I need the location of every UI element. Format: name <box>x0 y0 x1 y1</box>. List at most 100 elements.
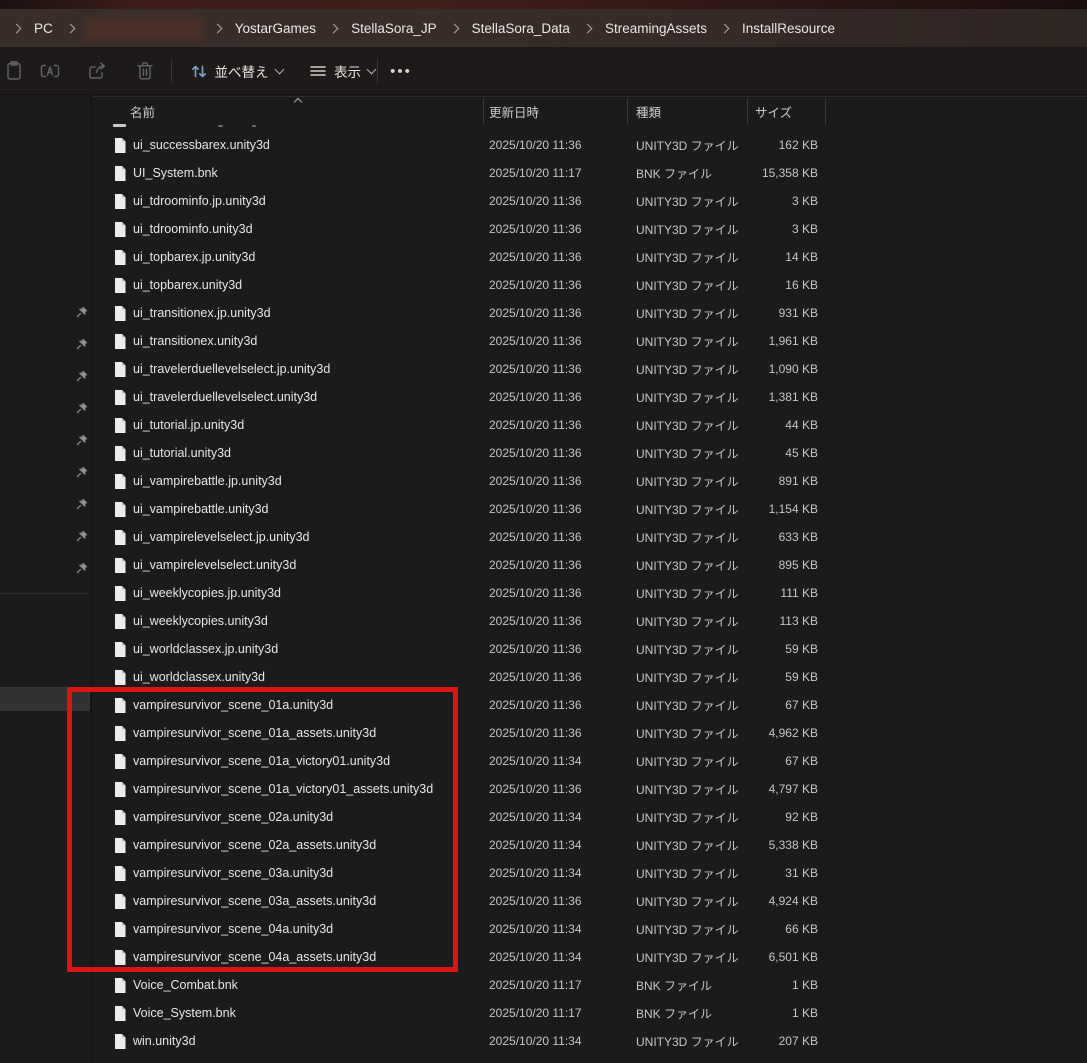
file-size: 1,090 KB <box>748 362 818 376</box>
file-row[interactable]: vampiresurvivor_scene_03a.unity3d 2025/1… <box>110 859 826 887</box>
file-row[interactable]: vampiresurvivor_scene_01a_victory01_asse… <box>110 775 826 803</box>
file-date-modified: 2025/10/20 11:36 <box>489 670 636 684</box>
document-icon <box>114 670 126 685</box>
file-date-modified: 2025/10/20 11:36 <box>489 390 636 404</box>
breadcrumb-redacted-segment[interactable] <box>85 17 203 40</box>
file-row[interactable]: Voice_System.bnk 2025/10/20 11:17 BNK ファ… <box>110 999 826 1027</box>
file-date-modified: 2025/10/20 11:36 <box>489 418 636 432</box>
file-row[interactable]: ui_weeklycopies.unity3d 2025/10/20 11:36… <box>110 607 826 635</box>
column-header-size[interactable]: サイズ <box>755 102 792 121</box>
file-icon <box>110 922 133 937</box>
sidebar-selected-item[interactable] <box>0 687 90 711</box>
file-name: ui_vampirebattle.jp.unity3d <box>133 474 489 488</box>
breadcrumb-item-stellasora-data[interactable]: StellaSora_Data <box>465 18 577 39</box>
share-icon <box>85 59 109 83</box>
file-row[interactable]: Voice_Combat.bnk 2025/10/20 11:17 BNK ファ… <box>110 971 826 999</box>
breadcrumb-item-installresource[interactable]: InstallResource <box>735 18 842 39</box>
document-icon <box>114 334 126 349</box>
file-row[interactable]: ui_tdroominfo.unity3d 2025/10/20 11:36 U… <box>110 215 826 243</box>
file-size: 59 KB <box>748 642 818 656</box>
file-name: ui_vampirebattle.unity3d <box>133 502 489 516</box>
file-name: ui_travelerduellevelselect.unity3d <box>133 390 489 404</box>
file-row[interactable]: ui_vampirelevelselect.unity3d 2025/10/20… <box>110 551 826 579</box>
file-icon <box>110 502 133 517</box>
column-header-date-modified[interactable]: 更新日時 <box>489 102 539 121</box>
file-row[interactable]: ui_travelerduellevelselect.jp.unity3d 20… <box>110 355 826 383</box>
sort-button-label: 並べ替え <box>215 61 269 81</box>
file-date-modified: 2025/10/20 11:17 <box>489 978 636 992</box>
file-type: UNITY3D ファイル <box>636 949 748 966</box>
file-row[interactable]: ui_travelerduellevelselect.unity3d 2025/… <box>110 383 826 411</box>
file-row[interactable]: ui_weeklycopies.jp.unity3d 2025/10/20 11… <box>110 579 826 607</box>
file-type: UNITY3D ファイル <box>636 389 748 406</box>
file-size: 66 KB <box>748 922 818 936</box>
file-date-modified: 2025/10/20 11:34 <box>489 922 636 936</box>
column-resize-handle[interactable] <box>483 99 484 124</box>
file-row[interactable]: ui_topbarex.unity3d 2025/10/20 11:36 UNI… <box>110 271 826 299</box>
column-header-type[interactable]: 種類 <box>636 102 661 121</box>
file-row[interactable]: UI_System.bnk 2025/10/20 11:17 BNK ファイル … <box>110 159 826 187</box>
share-button[interactable] <box>79 54 115 88</box>
file-type: BNK ファイル <box>636 1005 748 1022</box>
delete-button[interactable] <box>127 54 163 88</box>
file-icon <box>110 586 133 601</box>
breadcrumb-item-pc[interactable]: PC <box>27 18 60 39</box>
file-name: vampiresurvivor_scene_04a_assets.unity3d <box>133 950 489 964</box>
document-icon <box>114 614 126 629</box>
file-name: ui_tdroominfo.unity3d <box>133 222 489 236</box>
list-header-top-border <box>92 96 1087 97</box>
file-row[interactable]: ui_vampirebattle.unity3d 2025/10/20 11:3… <box>110 495 826 523</box>
file-row[interactable]: ui_vampirelevelselect.jp.unity3d 2025/10… <box>110 523 826 551</box>
file-row[interactable]: ui_tutorial.unity3d 2025/10/20 11:36 UNI… <box>110 439 826 467</box>
file-row[interactable]: vampiresurvivor_scene_04a.unity3d 2025/1… <box>110 915 826 943</box>
file-row[interactable]: vampiresurvivor_scene_02a.unity3d 2025/1… <box>110 803 826 831</box>
breadcrumb-item-streamingassets[interactable]: StreamingAssets <box>598 18 714 39</box>
file-row[interactable]: ui_vampirebattle.jp.unity3d 2025/10/20 1… <box>110 467 826 495</box>
file-row[interactable]: vampiresurvivor_scene_04a_assets.unity3d… <box>110 943 826 971</box>
breadcrumb-item-stellasora-jp[interactable]: StellaSora_JP <box>344 18 444 39</box>
file-date-modified: 2025/10/20 11:34 <box>489 754 636 768</box>
file-row[interactable]: vampiresurvivor_scene_03a_assets.unity3d… <box>110 887 826 915</box>
toolbar-divider <box>171 59 172 83</box>
file-row[interactable]: ui_transitionex.unity3d 2025/10/20 11:36… <box>110 327 826 355</box>
file-row[interactable]: win.unity3d 2025/10/20 11:34 UNITY3D ファイ… <box>110 1027 826 1055</box>
more-options-button[interactable]: ••• <box>384 54 418 88</box>
file-name: vampiresurvivor_scene_04a.unity3d <box>133 922 489 936</box>
file-row[interactable]: ui_topbarex.jp.unity3d 2025/10/20 11:36 … <box>110 243 826 271</box>
file-size: 633 KB <box>748 530 818 544</box>
column-resize-handle[interactable] <box>627 99 628 124</box>
column-resize-handle[interactable] <box>825 99 826 124</box>
file-icon <box>110 950 133 965</box>
breadcrumb-item-yostargames[interactable]: YostarGames <box>228 18 323 39</box>
file-size: 67 KB <box>748 754 818 768</box>
breadcrumb-overflow-chevron[interactable] <box>13 25 20 32</box>
file-size: 4,924 KB <box>748 894 818 908</box>
document-icon <box>114 754 126 769</box>
column-resize-handle[interactable] <box>747 99 748 124</box>
toolbar-divider <box>377 59 378 83</box>
file-name: ui_transitionex.jp.unity3d <box>133 306 489 320</box>
file-row[interactable]: vampiresurvivor_scene_02a_assets.unity3d… <box>110 831 826 859</box>
file-row[interactable]: ui_worldclassex.unity3d 2025/10/20 11:36… <box>110 663 826 691</box>
file-row[interactable]: ui_tdroominfo.jp.unity3d 2025/10/20 11:3… <box>110 187 826 215</box>
file-row[interactable]: ui_worldclassex.jp.unity3d 2025/10/20 11… <box>110 635 826 663</box>
file-date-modified: 2025/10/20 11:36 <box>489 474 636 488</box>
file-size: 895 KB <box>748 558 818 572</box>
file-row[interactable]: ui_tutorial.jp.unity3d 2025/10/20 11:36 … <box>110 411 826 439</box>
file-row[interactable]: ui_transitionex.jp.unity3d 2025/10/20 11… <box>110 299 826 327</box>
paste-button[interactable] <box>0 54 32 88</box>
file-row[interactable]: vampiresurvivor_scene_01a.unity3d 2025/1… <box>110 691 826 719</box>
file-name: ui_tdroominfo.jp.unity3d <box>133 194 489 208</box>
file-name: vampiresurvivor_scene_01a_victory01.unit… <box>133 754 489 768</box>
column-header-name[interactable]: 名前 <box>130 102 155 121</box>
file-type: UNITY3D ファイル <box>636 893 748 910</box>
sort-button[interactable]: 並べ替え <box>182 54 290 88</box>
file-row[interactable]: ui_successbarex.unity3d 2025/10/20 11:36… <box>110 131 826 159</box>
view-button[interactable]: 表示 <box>298 54 386 88</box>
rename-button[interactable] <box>32 54 68 88</box>
file-row[interactable]: vampiresurvivor_scene_01a_victory01.unit… <box>110 747 826 775</box>
file-row[interactable]: vampiresurvivor_scene_01a_assets.unity3d… <box>110 719 826 747</box>
file-size: 67 KB <box>748 698 818 712</box>
file-icon <box>110 222 133 237</box>
document-icon <box>114 362 126 377</box>
